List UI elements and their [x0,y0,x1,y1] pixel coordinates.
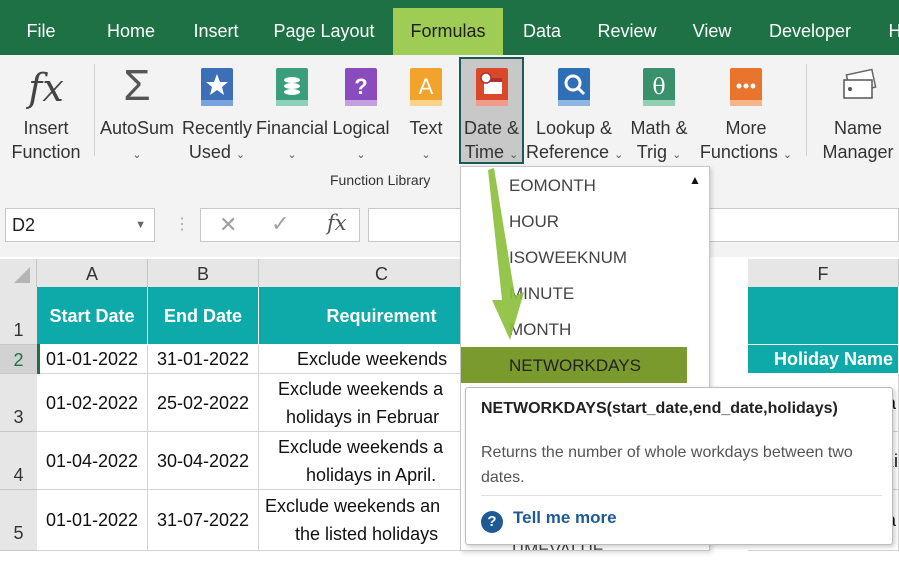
row-header-2[interactable]: 2 [0,345,37,374]
formula-buttons: ✕ ✓ fx [200,208,360,242]
function-tooltip: NETWORKDAYS(start_date,end_date,holidays… [465,387,893,545]
svg-text:A: A [419,74,434,99]
table-cell[interactable]: 01-04-2022 [37,432,148,490]
corner-triangle-icon [14,267,30,283]
theta-book-icon: θ [643,68,675,106]
tooltip-description: Returns the number of whole workdays bet… [481,444,853,486]
column-header-a[interactable]: A [37,259,148,287]
table-cell[interactable]: 01-02-2022 [37,374,148,432]
tab-developer[interactable]: Developer [760,0,860,55]
table-cell[interactable]: 31-07-2022 [148,490,259,551]
magnifier-book-icon [558,68,590,106]
coins-book-icon [276,68,308,106]
table-cell[interactable]: 01-01-2022 [37,490,148,551]
selection-marker [37,344,40,374]
tooltip-divider [481,495,882,496]
annotation-arrow-icon [488,168,524,340]
tab-page-layout[interactable]: Page Layout [268,0,380,55]
table-header[interactable]: End Date [148,287,259,345]
tooltip-title: NETWORKDAYS(start_date,end_date,holidays… [481,400,838,417]
drag-handle-icon[interactable]: ⋮ [174,214,190,234]
tab-data[interactable]: Data [514,0,570,55]
chevron-down-icon[interactable]: ▼ [135,209,146,241]
table-cell[interactable]: 25-02-2022 [148,374,259,432]
name-box[interactable]: D2 ▼ [5,208,155,242]
group-label-function-library: Function Library [330,172,431,188]
tell-me-more-link[interactable]: ? Tell me more [481,508,617,533]
ribbon-separator [806,64,807,156]
table-cell[interactable]: 31-01-2022 [148,345,259,374]
table-cell[interactable]: 01-01-2022 [37,345,148,374]
select-all-corner[interactable] [0,259,37,287]
insert-function-icon[interactable]: fx [327,211,347,235]
svg-text:?: ? [354,74,367,99]
star-book-icon [201,68,233,106]
sigma-icon: Σ [123,61,151,110]
svg-text:θ: θ [652,75,665,100]
tab-review[interactable]: Review [590,0,664,55]
row-header-5[interactable]: 5 [0,490,37,551]
letter-a-book-icon: A [410,68,442,106]
column-header-f[interactable]: F [748,259,899,287]
dropdown-item-networkdays[interactable]: NETWORKDAYS [461,347,687,383]
fx-icon: fx [28,66,64,110]
holiday-name-header[interactable]: Holiday Name [748,345,899,374]
scroll-up-arrow-icon[interactable]: ▲ [689,173,701,187]
table-cell[interactable]: 30-04-2022 [148,432,259,490]
row-header-3[interactable]: 3 [0,374,37,432]
row-header-4[interactable]: 4 [0,432,37,490]
tab-view[interactable]: View [684,0,740,55]
help-icon: ? [481,511,503,533]
cancel-icon[interactable]: ✕ [219,212,237,238]
column-header-b[interactable]: B [148,259,259,287]
calendar-book-icon [475,68,508,106]
ribbon-tab-bar: File Home Insert Page Layout Formulas Da… [0,0,899,64]
ribbon-separator [94,64,95,156]
table-header-f[interactable] [748,287,899,345]
tab-home[interactable]: Home [96,0,166,55]
tab-file[interactable]: File [14,0,68,55]
check-icon[interactable]: ✓ [271,211,289,237]
table-header[interactable]: Start Date [37,287,148,345]
dots-book-icon [730,68,762,106]
question-book-icon: ? [345,68,377,106]
tab-insert[interactable]: Insert [184,0,248,55]
row-header-1[interactable]: 1 [0,287,37,345]
tab-help-partial[interactable]: H [880,0,899,55]
name-tags-icon [843,68,877,99]
